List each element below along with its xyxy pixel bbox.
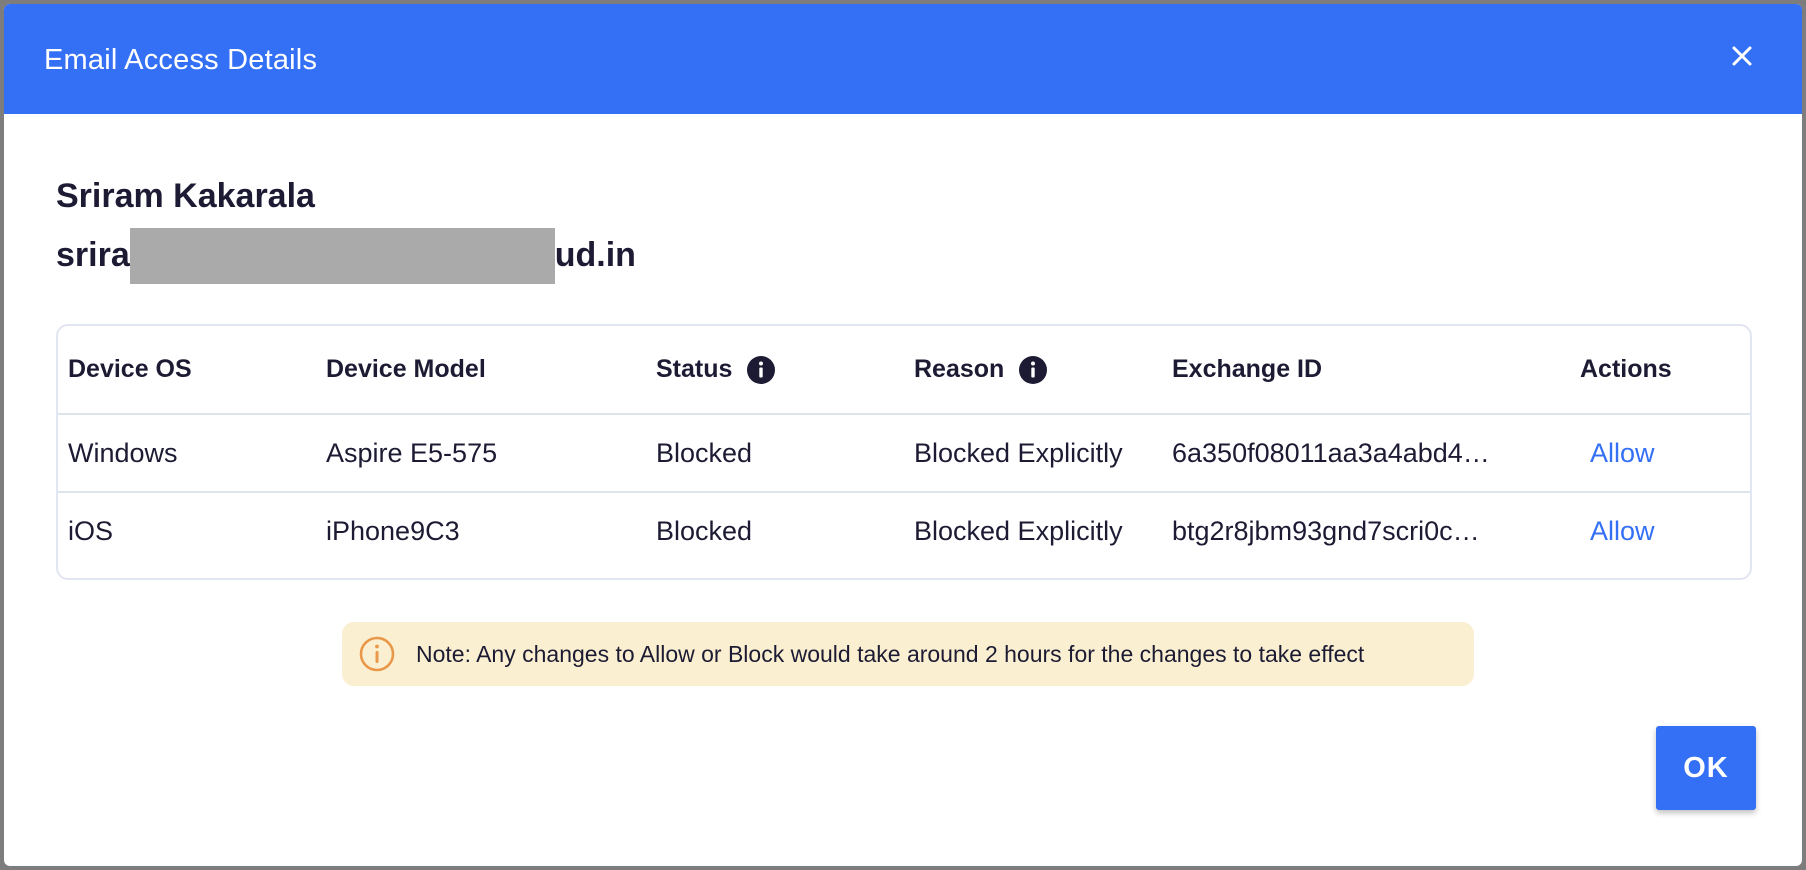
- header-status-label: Status: [656, 355, 733, 383]
- user-email-suffix: ud.in: [554, 236, 636, 274]
- close-button[interactable]: [1722, 36, 1762, 76]
- devices-table: Device OS Device Model Status Reason Exc…: [56, 324, 1752, 580]
- ok-button[interactable]: OK: [1656, 726, 1756, 810]
- user-name: Sriram Kakarala: [56, 177, 315, 215]
- cell-reason: Blocked Explicitly: [914, 516, 1123, 546]
- cell-exchange-id: 6a350f08011aa3a4abd4…: [1162, 414, 1570, 493]
- allow-link[interactable]: Allow: [1580, 516, 1655, 546]
- reason-info-icon[interactable]: [1018, 355, 1048, 385]
- email-access-modal: Email Access Details Sriram Kakarala sri…: [4, 4, 1802, 866]
- cell-status: Blocked: [646, 414, 904, 493]
- info-circle-icon: [358, 635, 396, 673]
- header-status: Status: [646, 326, 904, 415]
- user-info: Sriram Kakarala srira ud.in: [56, 174, 636, 284]
- user-email-prefix: srira: [56, 236, 130, 274]
- status-info-icon[interactable]: [746, 355, 776, 385]
- table-header-row: Device OS Device Model Status Reason Exc…: [58, 326, 1750, 415]
- table-row: iOS iPhone9C3 Blocked Blocked Explicitly…: [58, 492, 1750, 570]
- header-device-os-label: Device OS: [68, 355, 192, 383]
- note-text: Note: Any changes to Allow or Block woul…: [416, 640, 1365, 667]
- table-row: Windows Aspire E5-575 Blocked Blocked Ex…: [58, 414, 1750, 493]
- allow-link[interactable]: Allow: [1580, 438, 1655, 468]
- redaction-block: [129, 228, 555, 284]
- cell-device-os: iOS: [68, 516, 114, 546]
- header-device-os: Device OS: [58, 326, 316, 415]
- header-reason-label: Reason: [914, 355, 1005, 383]
- cell-exchange-id: btg2r8jbm93gnd7scri0c…: [1172, 516, 1480, 546]
- header-exchange-id: Exchange ID: [1162, 326, 1570, 415]
- header-device-model: Device Model: [316, 326, 646, 415]
- cell-device-os: Windows: [58, 414, 316, 493]
- modal-header: Email Access Details: [4, 4, 1802, 114]
- close-icon: [1732, 46, 1752, 66]
- cell-device-model: Aspire E5-575: [316, 414, 646, 493]
- header-exchange-id-label: Exchange ID: [1172, 355, 1323, 383]
- header-device-model-label: Device Model: [326, 355, 486, 383]
- header-actions-label: Actions: [1580, 355, 1672, 383]
- user-email: srira ud.in: [56, 228, 636, 284]
- modal-title: Email Access Details: [44, 43, 318, 76]
- cell-reason: Blocked Explicitly: [904, 414, 1162, 493]
- cell-status: Blocked: [656, 516, 753, 546]
- header-reason: Reason: [904, 326, 1162, 415]
- cell-device-model: iPhone9C3: [326, 516, 460, 546]
- cell-actions: Allow: [1570, 492, 1750, 570]
- note-banner: Note: Any changes to Allow or Block woul…: [342, 622, 1474, 686]
- cell-actions: Allow: [1570, 414, 1750, 493]
- header-actions: Actions: [1570, 326, 1750, 415]
